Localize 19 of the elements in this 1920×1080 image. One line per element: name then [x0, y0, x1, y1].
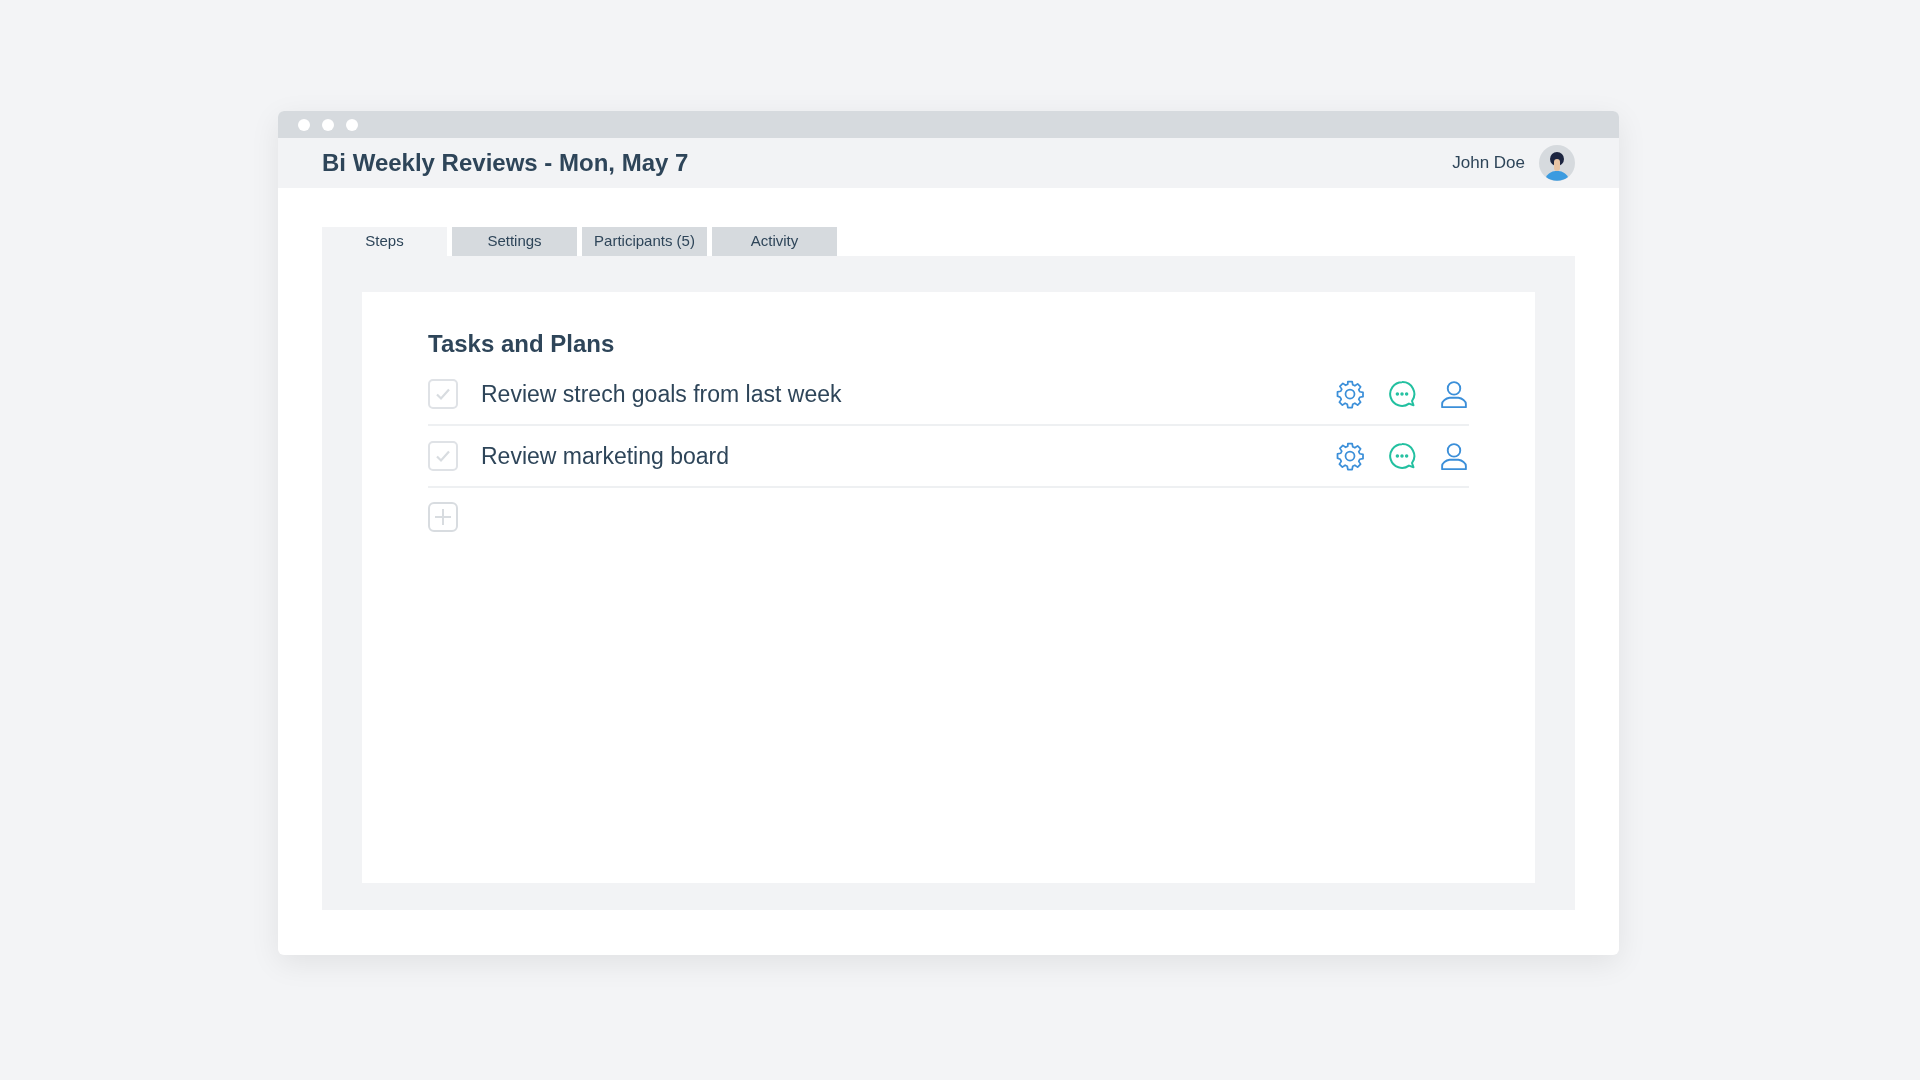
- user-icon[interactable]: [1439, 379, 1469, 409]
- checkbox[interactable]: [428, 379, 458, 409]
- chat-icon[interactable]: [1387, 379, 1417, 409]
- page-title: Bi Weekly Reviews - Mon, May 7: [322, 148, 689, 178]
- tab[interactable]: Participants (5): [582, 227, 707, 256]
- user-icon[interactable]: [1439, 441, 1469, 471]
- section-heading: Tasks and Plans: [428, 329, 616, 359]
- add-icon[interactable]: [428, 502, 458, 532]
- tab[interactable]: Settings: [452, 227, 577, 256]
- checkbox[interactable]: [428, 441, 458, 471]
- avatar-icon[interactable]: [1539, 145, 1575, 181]
- gear-icon[interactable]: [1335, 441, 1365, 471]
- user-name: John Doe: [1452, 152, 1525, 175]
- tab[interactable]: Activity: [712, 227, 837, 256]
- task-label: Review strech goals from last week: [481, 379, 843, 409]
- tab[interactable]: Steps: [322, 227, 447, 256]
- task-label: Review marketing board: [481, 441, 730, 471]
- chat-icon[interactable]: [1387, 441, 1417, 471]
- gear-icon[interactable]: [1335, 379, 1365, 409]
